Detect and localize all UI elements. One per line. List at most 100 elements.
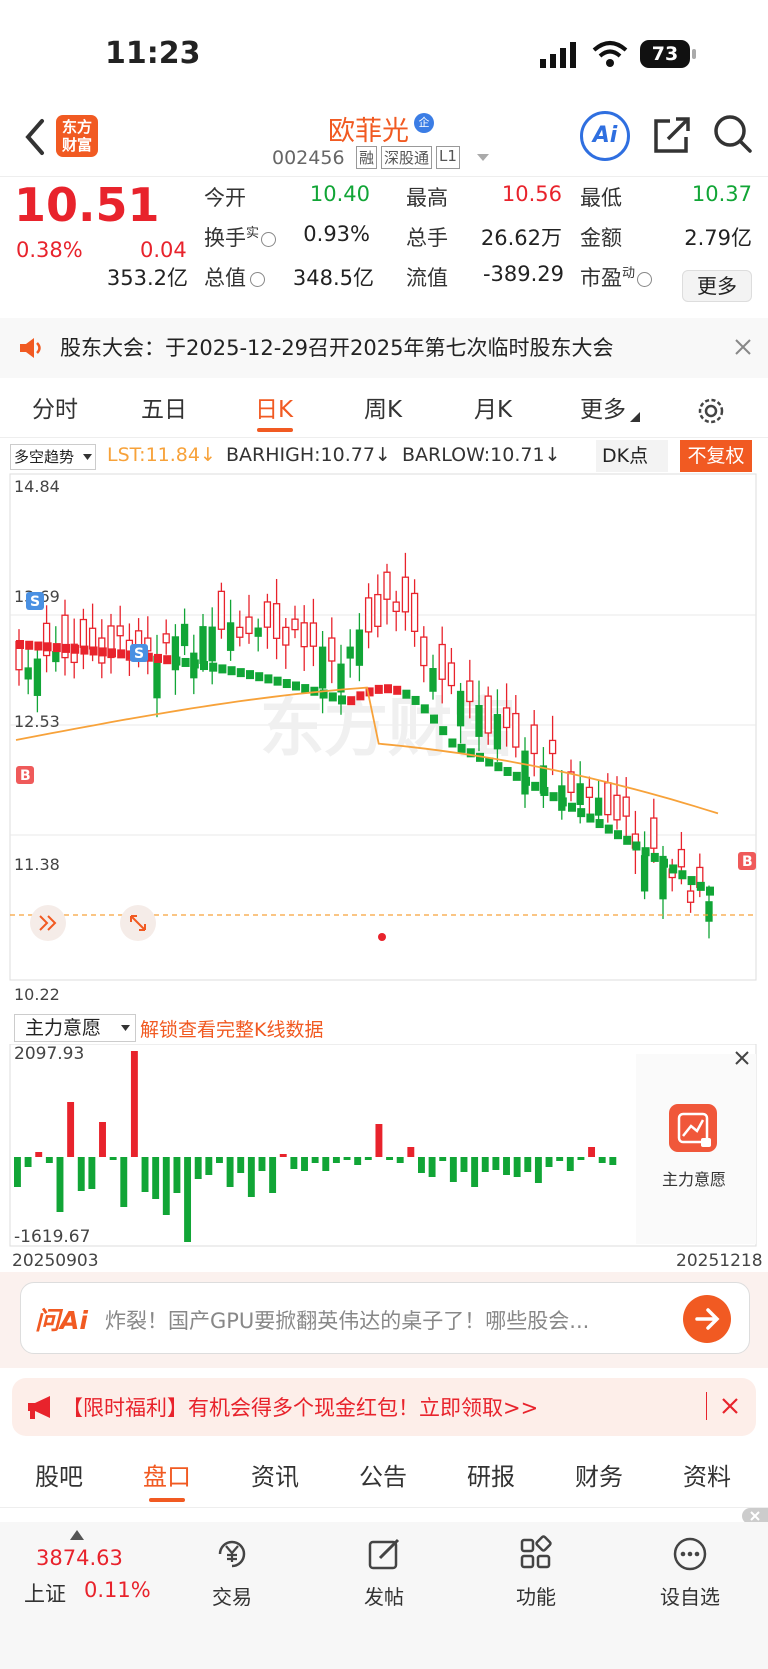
trend-block	[227, 666, 236, 676]
notice-bar[interactable]: 股东大会：于2025-12-29召开2025年第七次临时股东大会	[0, 318, 768, 378]
main-force-bar	[184, 1157, 192, 1242]
main-force-bar	[556, 1157, 564, 1161]
subchart-ymax: 2097.93	[14, 1044, 85, 1064]
last-price: 10.51	[14, 178, 160, 232]
kline-plot[interactable]: 东方财富14.8413.6912.5311.3810.22SSBB	[0, 440, 768, 1020]
main-force-bar	[332, 1157, 340, 1163]
signal-icon	[540, 42, 576, 68]
trend-block	[448, 738, 457, 748]
candle-body	[199, 626, 207, 664]
candle-body	[502, 707, 511, 729]
stock-name: 欧菲光	[328, 116, 409, 147]
candle-body	[180, 623, 189, 647]
tab-news[interactable]: 资讯	[240, 1446, 310, 1508]
trend-block	[246, 670, 254, 680]
tab-monthly-k[interactable]: 月K	[458, 382, 528, 438]
ask-ai-logo: 问Ai	[35, 1306, 88, 1335]
info-icon[interactable]	[637, 271, 653, 287]
add-watchlist-button[interactable]: 设自选	[630, 1522, 750, 1610]
main-force-bar	[77, 1157, 85, 1191]
tab-intraday[interactable]: 分时	[20, 382, 90, 438]
kline-chart[interactable]: 多空趋势 LST:11.84↓ BARHIGH:10.77↓ BARLOW:10…	[0, 440, 768, 1020]
y-axis-label: 11.38	[14, 855, 60, 874]
quote-label-text: 最低	[580, 186, 622, 210]
quote-value-1-2: 2.79亿	[684, 226, 752, 250]
quote-value-1-1: 26.62万	[480, 226, 562, 250]
promo-banner[interactable]: 【限时福利】有机会得多个现金红包！立即领取>>	[12, 1378, 756, 1436]
main-force-bar	[120, 1157, 128, 1207]
candle-body	[79, 618, 88, 648]
tab-finance[interactable]: 财务	[564, 1446, 634, 1508]
gear-icon[interactable]	[696, 396, 726, 426]
trend-block	[595, 819, 604, 829]
search-icon[interactable]	[712, 113, 754, 155]
edit-icon	[368, 1538, 400, 1570]
candle-body	[622, 796, 630, 817]
ask-ai-bar[interactable]: 问Ai 炸裂！国产GPU要掀翻英伟达的桌子了！哪些股会...	[20, 1282, 750, 1354]
unlock-link[interactable]: 解锁查看完整K线数据	[140, 1015, 323, 1042]
main-force-bar	[566, 1157, 574, 1171]
trend-block	[540, 786, 549, 796]
trend-block	[614, 830, 622, 840]
trend-block	[531, 781, 540, 791]
main-force-bar	[162, 1157, 170, 1215]
trend-block	[62, 643, 70, 653]
index-widget[interactable]: 3874.63 上证 0.11%	[18, 1530, 158, 1630]
candle-body	[604, 782, 612, 816]
subchart-select[interactable]: 主力意愿	[14, 1014, 136, 1042]
trend-block	[457, 743, 466, 753]
quote-label-0-1: 最高	[406, 182, 448, 212]
main-force-bar	[205, 1157, 213, 1175]
trend-block	[273, 676, 282, 686]
tab-profile[interactable]: 资料	[672, 1446, 742, 1508]
main-force-bar	[45, 1157, 53, 1163]
main-force-card[interactable]: 主力意愿	[636, 1082, 756, 1194]
y-axis-label: 14.84	[14, 477, 60, 496]
close-icon[interactable]	[734, 338, 752, 356]
candle-body	[410, 592, 419, 632]
candle-body	[401, 576, 410, 613]
main-force-bar	[460, 1157, 468, 1172]
back-icon[interactable]	[22, 117, 46, 157]
main-force-bar	[407, 1147, 415, 1157]
caret-up-icon	[70, 1530, 84, 1540]
quote-label-1-0: 换手实	[204, 222, 277, 252]
main-force-bar	[524, 1157, 532, 1172]
chevron-down-icon[interactable]	[476, 153, 490, 163]
tab-research[interactable]: 研报	[456, 1446, 526, 1508]
ask-submit-button[interactable]	[683, 1295, 731, 1343]
candle-body	[337, 663, 345, 693]
quote-value-0-1: 10.56	[501, 182, 562, 206]
tab-five-day[interactable]: 五日	[129, 382, 199, 438]
chevron-down-icon	[121, 1025, 130, 1031]
main-force-bar	[109, 1157, 117, 1160]
main-force-bar	[99, 1122, 106, 1157]
bottom-toolbar: 3874.63 上证 0.11% 交易 发帖 功能 设自选	[0, 1522, 768, 1669]
ai-button[interactable]: Ai	[580, 111, 630, 161]
share-icon[interactable]	[652, 115, 692, 155]
candle-body	[346, 646, 354, 659]
tab-announcement[interactable]: 公告	[348, 1446, 418, 1508]
trade-button[interactable]: 交易	[172, 1522, 292, 1610]
main-force-bar	[247, 1157, 255, 1197]
close-icon[interactable]	[734, 1050, 750, 1066]
trend-block	[494, 762, 503, 772]
tab-weekly-k[interactable]: 周K	[348, 382, 418, 438]
post-button[interactable]: 发帖	[324, 1522, 444, 1610]
trend-block	[696, 881, 705, 891]
ask-ai-input[interactable]: 炸裂！国产GPU要掀翻英伟达的桌子了！哪些股会...	[105, 1305, 665, 1335]
tab-more[interactable]: 更多	[568, 382, 638, 438]
tab-forum[interactable]: 股吧	[24, 1446, 94, 1508]
candle-body	[429, 668, 437, 692]
enterprise-badge: 企	[414, 113, 434, 133]
function-button[interactable]: 功能	[476, 1522, 596, 1610]
info-icon[interactable]	[250, 271, 265, 287]
trend-block	[558, 797, 567, 807]
quote-label-text: 今开	[204, 186, 246, 210]
close-icon[interactable]	[721, 1397, 739, 1415]
more-button[interactable]: 更多	[682, 270, 752, 302]
active-tab-indicator	[257, 428, 293, 432]
trend-block	[154, 653, 162, 663]
quote-value-0-2: 10.37	[691, 182, 752, 206]
arrow-right-icon	[695, 1308, 720, 1330]
